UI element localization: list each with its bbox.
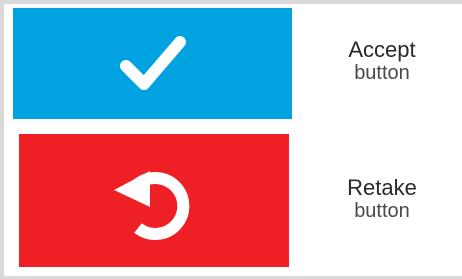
retake-arrow-icon [114,170,190,240]
retake-subtitle: button [354,200,410,223]
checkmark-icon [119,35,186,90]
retake-button[interactable] [19,134,289,267]
retake-caption: Retake button [307,175,457,223]
accept-title: Accept [348,37,416,62]
accept-caption: Accept button [307,37,457,85]
accept-subtitle: button [354,62,410,85]
retake-title: Retake [347,175,417,200]
accept-button[interactable] [13,8,292,119]
